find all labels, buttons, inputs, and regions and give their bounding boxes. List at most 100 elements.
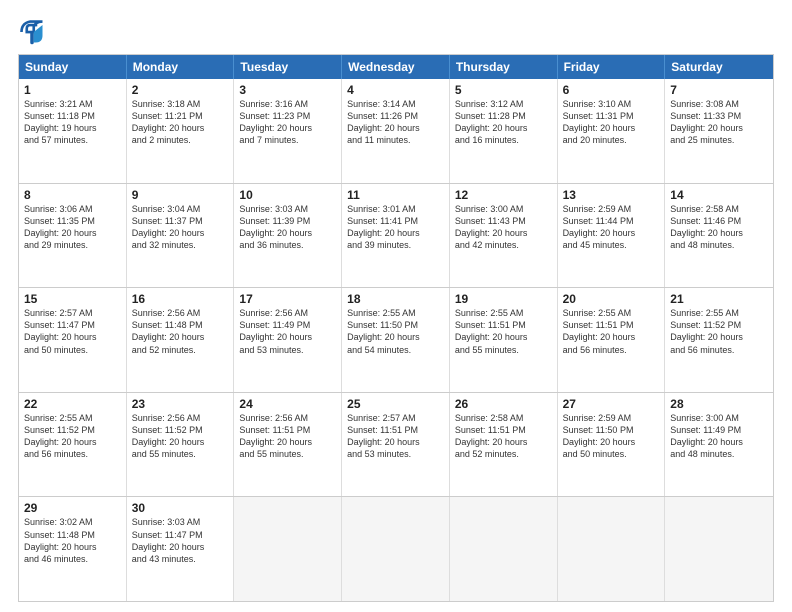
day-number: 28 (670, 397, 768, 411)
calendar-cell (342, 497, 450, 601)
day-number: 24 (239, 397, 336, 411)
day-number: 11 (347, 188, 444, 202)
header-day-tuesday: Tuesday (234, 55, 342, 79)
day-info: Sunrise: 3:03 AM Sunset: 11:47 PM Daylig… (132, 516, 229, 565)
header-day-friday: Friday (558, 55, 666, 79)
day-info: Sunrise: 2:57 AM Sunset: 11:47 PM Daylig… (24, 307, 121, 356)
day-info: Sunrise: 2:57 AM Sunset: 11:51 PM Daylig… (347, 412, 444, 461)
day-number: 19 (455, 292, 552, 306)
calendar-cell: 10Sunrise: 3:03 AM Sunset: 11:39 PM Dayl… (234, 184, 342, 288)
day-info: Sunrise: 3:00 AM Sunset: 11:43 PM Daylig… (455, 203, 552, 252)
calendar-cell: 24Sunrise: 2:56 AM Sunset: 11:51 PM Dayl… (234, 393, 342, 497)
calendar-cell: 16Sunrise: 2:56 AM Sunset: 11:48 PM Dayl… (127, 288, 235, 392)
day-number: 27 (563, 397, 660, 411)
calendar-cell: 7Sunrise: 3:08 AM Sunset: 11:33 PM Dayli… (665, 79, 773, 183)
calendar-week-1: 1Sunrise: 3:21 AM Sunset: 11:18 PM Dayli… (19, 79, 773, 183)
calendar-cell: 30Sunrise: 3:03 AM Sunset: 11:47 PM Dayl… (127, 497, 235, 601)
calendar-cell (450, 497, 558, 601)
day-number: 21 (670, 292, 768, 306)
day-number: 2 (132, 83, 229, 97)
calendar-cell: 18Sunrise: 2:55 AM Sunset: 11:50 PM Dayl… (342, 288, 450, 392)
page: SundayMondayTuesdayWednesdayThursdayFrid… (0, 0, 792, 612)
day-info: Sunrise: 2:55 AM Sunset: 11:51 PM Daylig… (563, 307, 660, 356)
day-number: 9 (132, 188, 229, 202)
day-number: 25 (347, 397, 444, 411)
calendar-cell: 2Sunrise: 3:18 AM Sunset: 11:21 PM Dayli… (127, 79, 235, 183)
calendar-cell: 12Sunrise: 3:00 AM Sunset: 11:43 PM Dayl… (450, 184, 558, 288)
header-day-sunday: Sunday (19, 55, 127, 79)
calendar-cell: 26Sunrise: 2:58 AM Sunset: 11:51 PM Dayl… (450, 393, 558, 497)
calendar: SundayMondayTuesdayWednesdayThursdayFrid… (18, 54, 774, 602)
day-number: 4 (347, 83, 444, 97)
calendar-cell: 25Sunrise: 2:57 AM Sunset: 11:51 PM Dayl… (342, 393, 450, 497)
header-day-thursday: Thursday (450, 55, 558, 79)
day-number: 14 (670, 188, 768, 202)
day-number: 29 (24, 501, 121, 515)
day-number: 13 (563, 188, 660, 202)
calendar-cell (234, 497, 342, 601)
day-number: 23 (132, 397, 229, 411)
calendar-week-3: 15Sunrise: 2:57 AM Sunset: 11:47 PM Dayl… (19, 287, 773, 392)
calendar-cell: 1Sunrise: 3:21 AM Sunset: 11:18 PM Dayli… (19, 79, 127, 183)
calendar-cell: 11Sunrise: 3:01 AM Sunset: 11:41 PM Dayl… (342, 184, 450, 288)
calendar-cell: 27Sunrise: 2:59 AM Sunset: 11:50 PM Dayl… (558, 393, 666, 497)
day-info: Sunrise: 2:59 AM Sunset: 11:50 PM Daylig… (563, 412, 660, 461)
day-info: Sunrise: 3:04 AM Sunset: 11:37 PM Daylig… (132, 203, 229, 252)
calendar-cell: 20Sunrise: 2:55 AM Sunset: 11:51 PM Dayl… (558, 288, 666, 392)
calendar-cell: 9Sunrise: 3:04 AM Sunset: 11:37 PM Dayli… (127, 184, 235, 288)
calendar-body: 1Sunrise: 3:21 AM Sunset: 11:18 PM Dayli… (19, 79, 773, 601)
header-day-saturday: Saturday (665, 55, 773, 79)
day-info: Sunrise: 2:55 AM Sunset: 11:51 PM Daylig… (455, 307, 552, 356)
day-info: Sunrise: 3:06 AM Sunset: 11:35 PM Daylig… (24, 203, 121, 252)
day-number: 17 (239, 292, 336, 306)
day-info: Sunrise: 2:55 AM Sunset: 11:52 PM Daylig… (24, 412, 121, 461)
calendar-cell: 8Sunrise: 3:06 AM Sunset: 11:35 PM Dayli… (19, 184, 127, 288)
day-info: Sunrise: 2:56 AM Sunset: 11:52 PM Daylig… (132, 412, 229, 461)
day-number: 16 (132, 292, 229, 306)
day-info: Sunrise: 2:59 AM Sunset: 11:44 PM Daylig… (563, 203, 660, 252)
calendar-week-5: 29Sunrise: 3:02 AM Sunset: 11:48 PM Dayl… (19, 496, 773, 601)
day-info: Sunrise: 2:55 AM Sunset: 11:52 PM Daylig… (670, 307, 768, 356)
day-number: 8 (24, 188, 121, 202)
day-number: 7 (670, 83, 768, 97)
calendar-cell (665, 497, 773, 601)
day-info: Sunrise: 2:55 AM Sunset: 11:50 PM Daylig… (347, 307, 444, 356)
header (18, 18, 774, 46)
calendar-cell: 13Sunrise: 2:59 AM Sunset: 11:44 PM Dayl… (558, 184, 666, 288)
day-number: 1 (24, 83, 121, 97)
calendar-cell: 17Sunrise: 2:56 AM Sunset: 11:49 PM Dayl… (234, 288, 342, 392)
calendar-cell: 23Sunrise: 2:56 AM Sunset: 11:52 PM Dayl… (127, 393, 235, 497)
day-info: Sunrise: 3:01 AM Sunset: 11:41 PM Daylig… (347, 203, 444, 252)
day-number: 30 (132, 501, 229, 515)
calendar-cell: 21Sunrise: 2:55 AM Sunset: 11:52 PM Dayl… (665, 288, 773, 392)
day-number: 3 (239, 83, 336, 97)
day-info: Sunrise: 3:12 AM Sunset: 11:28 PM Daylig… (455, 98, 552, 147)
day-info: Sunrise: 3:18 AM Sunset: 11:21 PM Daylig… (132, 98, 229, 147)
day-info: Sunrise: 3:08 AM Sunset: 11:33 PM Daylig… (670, 98, 768, 147)
header-day-wednesday: Wednesday (342, 55, 450, 79)
day-info: Sunrise: 3:00 AM Sunset: 11:49 PM Daylig… (670, 412, 768, 461)
day-info: Sunrise: 2:58 AM Sunset: 11:46 PM Daylig… (670, 203, 768, 252)
calendar-cell: 6Sunrise: 3:10 AM Sunset: 11:31 PM Dayli… (558, 79, 666, 183)
calendar-cell: 14Sunrise: 2:58 AM Sunset: 11:46 PM Dayl… (665, 184, 773, 288)
day-number: 5 (455, 83, 552, 97)
calendar-cell (558, 497, 666, 601)
calendar-cell: 3Sunrise: 3:16 AM Sunset: 11:23 PM Dayli… (234, 79, 342, 183)
calendar-week-2: 8Sunrise: 3:06 AM Sunset: 11:35 PM Dayli… (19, 183, 773, 288)
calendar-cell: 29Sunrise: 3:02 AM Sunset: 11:48 PM Dayl… (19, 497, 127, 601)
calendar-cell: 22Sunrise: 2:55 AM Sunset: 11:52 PM Dayl… (19, 393, 127, 497)
day-number: 10 (239, 188, 336, 202)
day-number: 12 (455, 188, 552, 202)
day-number: 20 (563, 292, 660, 306)
calendar-cell: 5Sunrise: 3:12 AM Sunset: 11:28 PM Dayli… (450, 79, 558, 183)
logo (18, 18, 50, 46)
header-day-monday: Monday (127, 55, 235, 79)
day-info: Sunrise: 3:02 AM Sunset: 11:48 PM Daylig… (24, 516, 121, 565)
day-number: 26 (455, 397, 552, 411)
calendar-cell: 28Sunrise: 3:00 AM Sunset: 11:49 PM Dayl… (665, 393, 773, 497)
calendar-header: SundayMondayTuesdayWednesdayThursdayFrid… (19, 55, 773, 79)
day-number: 6 (563, 83, 660, 97)
logo-icon (18, 18, 46, 46)
day-info: Sunrise: 2:56 AM Sunset: 11:48 PM Daylig… (132, 307, 229, 356)
calendar-week-4: 22Sunrise: 2:55 AM Sunset: 11:52 PM Dayl… (19, 392, 773, 497)
